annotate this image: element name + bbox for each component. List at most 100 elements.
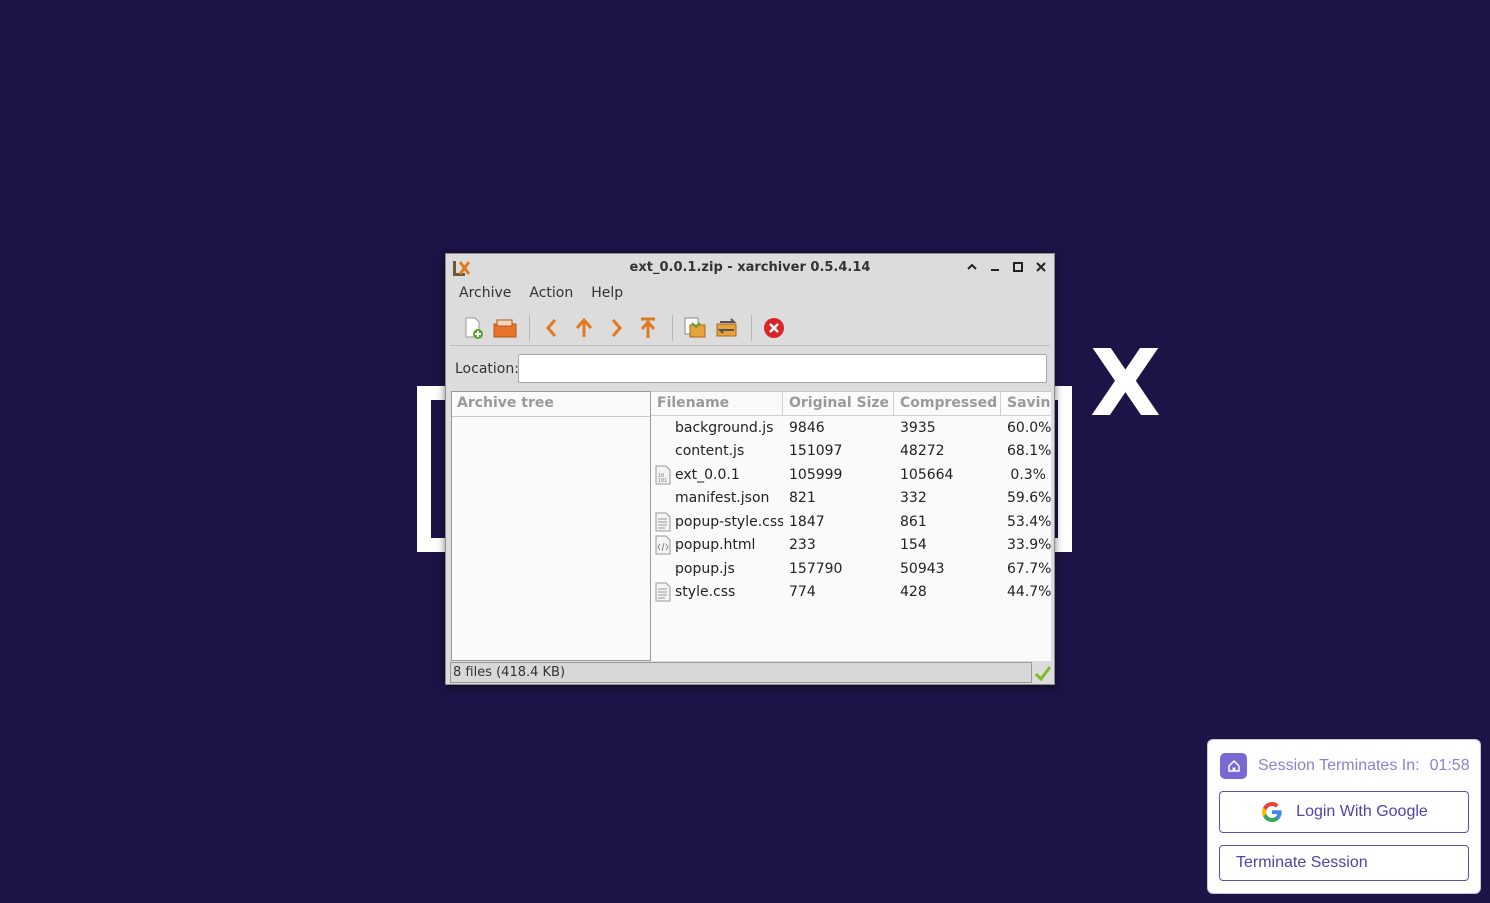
saving-percent: 67.7%	[1007, 560, 1051, 577]
compressed-size: 154	[900, 537, 927, 554]
file-name: ext_0.0.1	[675, 466, 740, 483]
menu-help[interactable]: Help	[582, 282, 632, 306]
file-name: background.js	[675, 419, 774, 436]
text-file-icon	[655, 582, 671, 602]
login-with-google-label: Login With Google	[1296, 803, 1428, 820]
original-size: 233	[789, 537, 816, 554]
login-with-google-button[interactable]: Login With Google	[1219, 791, 1469, 833]
chevron-left-icon	[546, 318, 557, 337]
saving-percent: 60.0%	[1007, 419, 1051, 436]
checkmark-icon	[1034, 666, 1052, 682]
original-size: 9846	[789, 419, 825, 436]
saving-percent: 59.6%	[1007, 490, 1051, 507]
convert-button[interactable]	[712, 313, 742, 343]
wallpaper-bracket-right	[1052, 386, 1072, 552]
forward-button[interactable]	[601, 313, 631, 343]
arrow-up-icon	[575, 317, 593, 337]
menu-action[interactable]: Action	[520, 282, 582, 306]
home-icon[interactable]	[1220, 753, 1247, 779]
table-row[interactable]: style.css 774 428 44.7%	[651, 581, 1051, 605]
window-title: ext_0.0.1.zip - xarchiver 0.5.4.14	[629, 260, 871, 275]
new-file-icon	[465, 317, 483, 339]
xarchiver-window: ext_0.0.1.zip - xarchiver 0.5.4.14 Archi…	[445, 253, 1055, 685]
location-label: Location:	[455, 361, 519, 377]
saving-percent: 0.3%	[1010, 466, 1046, 483]
convert-icon	[716, 317, 737, 336]
close-icon[interactable]	[1034, 259, 1048, 275]
compressed-size: 50943	[900, 560, 945, 577]
status-bar: 8 files (418.4 KB)	[450, 662, 1032, 683]
location-input[interactable]	[518, 354, 1047, 383]
compressed-size: 3935	[900, 419, 936, 436]
compressed-size: 428	[900, 584, 927, 601]
file-list-pane: Filename Original Size Compressed Savin …	[651, 391, 1051, 661]
minimize-icon[interactable]	[988, 259, 1002, 275]
original-size: 105999	[789, 466, 843, 483]
original-size: 157790	[789, 560, 843, 577]
session-panel: Session Terminates In: 01:58 Login With …	[1207, 739, 1481, 894]
up-button[interactable]	[569, 313, 599, 343]
location-bar: Location:	[450, 352, 1050, 386]
title-bar[interactable]: ext_0.0.1.zip - xarchiver 0.5.4.14	[446, 254, 1054, 282]
table-row[interactable]: popup.js 157790 50943 67.7%	[651, 557, 1051, 581]
saving-percent: 68.1%	[1007, 443, 1051, 460]
terminate-session-button[interactable]: Terminate Session	[1219, 845, 1469, 881]
open-folder-icon	[493, 319, 517, 337]
home-button[interactable]	[633, 313, 663, 343]
table-row[interactable]: manifest.json 821 332 59.6%	[651, 487, 1051, 511]
html-file-icon	[655, 535, 671, 555]
menu-archive[interactable]: Archive	[450, 282, 520, 306]
column-original-size[interactable]: Original Size	[783, 392, 894, 415]
chevron-right-icon	[611, 318, 622, 337]
table-row[interactable]: background.js 9846 3935 60.0%	[651, 416, 1051, 440]
saving-percent: 33.9%	[1007, 537, 1051, 554]
original-size: 774	[789, 584, 816, 601]
stop-button[interactable]	[759, 313, 789, 343]
archive-tree-header[interactable]: Archive tree	[452, 392, 650, 417]
table-row[interactable]: popup-style.css 1847 861 53.4%	[651, 510, 1051, 534]
column-filename[interactable]: Filename	[651, 392, 783, 415]
open-archive-button[interactable]	[490, 313, 520, 343]
table-row[interactable]: 10 101 ext_0.0.1 105999 105664 0.3%	[651, 463, 1051, 487]
column-compressed[interactable]: Compressed	[894, 392, 1001, 415]
toolbar-separator	[672, 314, 673, 341]
blank-file-icon	[654, 488, 672, 508]
saving-percent: 53.4%	[1007, 513, 1051, 530]
compressed-size: 105664	[900, 466, 954, 483]
google-icon	[1262, 802, 1282, 822]
column-saving[interactable]: Savin	[1001, 392, 1051, 415]
blank-file-icon	[654, 559, 672, 579]
session-timer-label: Session Terminates In:	[1258, 757, 1420, 774]
file-name: style.css	[675, 584, 736, 601]
compressed-size: 861	[900, 513, 927, 530]
toolbar-separator	[751, 314, 752, 341]
compressed-size: 332	[900, 490, 927, 507]
blank-file-icon	[654, 441, 672, 461]
original-size: 1847	[789, 513, 825, 530]
stop-icon	[764, 317, 784, 338]
table-row[interactable]: popup.html 233 154 33.9%	[651, 534, 1051, 558]
maximize-icon[interactable]	[1011, 259, 1025, 275]
file-name: manifest.json	[675, 490, 770, 507]
shade-icon[interactable]	[965, 259, 979, 275]
wallpaper-x-glyph: X	[1090, 330, 1161, 437]
file-name: content.js	[675, 443, 745, 460]
extract-button[interactable]	[680, 313, 710, 343]
saving-percent: 44.7%	[1007, 584, 1051, 601]
menu-bar: Archive Action Help	[446, 282, 1054, 306]
blank-file-icon	[654, 418, 672, 438]
back-button[interactable]	[537, 313, 567, 343]
toolbar	[450, 310, 1050, 346]
svg-text:101: 101	[658, 478, 667, 484]
wallpaper-bracket-left	[417, 386, 447, 552]
binary-file-icon: 10 101	[655, 465, 671, 485]
file-list-header: Filename Original Size Compressed Savin	[651, 392, 1051, 416]
original-size: 821	[789, 490, 816, 507]
file-name: popup-style.css	[675, 513, 783, 530]
arrow-to-top-icon	[640, 317, 656, 338]
new-archive-button[interactable]	[458, 313, 488, 343]
table-row[interactable]: content.js 151097 48272 68.1%	[651, 440, 1051, 464]
archive-tree-pane[interactable]: Archive tree	[451, 391, 651, 661]
original-size: 151097	[789, 443, 843, 460]
compressed-size: 48272	[900, 443, 945, 460]
